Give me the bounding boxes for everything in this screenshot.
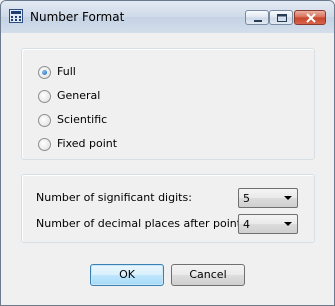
calculator-icon (9, 9, 23, 23)
maximize-button[interactable] (269, 10, 293, 25)
close-button[interactable] (294, 10, 326, 25)
number-format-dialog: Number Format Full General Scientific Fi… (0, 0, 335, 306)
radio-button-icon[interactable] (38, 66, 51, 79)
radio-fixed-point-label[interactable]: Fixed point (57, 137, 117, 151)
dropdown-arrow-icon[interactable] (284, 196, 292, 200)
dropdown-arrow-icon[interactable] (284, 222, 292, 226)
radio-button-icon[interactable] (38, 114, 51, 127)
decimal-places-label: Number of decimal places after point: (36, 217, 245, 230)
decimal-places-value: 4 (243, 218, 250, 231)
significant-digits-label: Number of significant digits: (36, 191, 192, 204)
close-icon (306, 13, 316, 23)
radio-button-icon[interactable] (38, 90, 51, 103)
dialog-body: Full General Scientific Fixed point Numb… (8, 33, 327, 298)
window-title: Number Format (30, 10, 125, 24)
digits-settings-group: Number of significant digits: 5 Number o… (21, 174, 315, 243)
decimal-places-dropdown[interactable]: 4 (238, 214, 298, 234)
maximize-icon (277, 14, 287, 22)
significant-digits-value: 5 (243, 192, 250, 205)
cancel-button[interactable]: Cancel (171, 264, 245, 286)
title-bar[interactable]: Number Format (1, 1, 334, 33)
radio-general-label[interactable]: General (57, 89, 100, 103)
format-options-group: Full General Scientific Fixed point (21, 48, 315, 160)
minimize-button[interactable] (245, 10, 269, 25)
radio-scientific-label[interactable]: Scientific (57, 113, 107, 127)
significant-digits-dropdown[interactable]: 5 (238, 188, 298, 208)
minimize-icon (254, 20, 262, 22)
radio-full-label[interactable]: Full (57, 65, 76, 79)
radio-button-icon[interactable] (38, 138, 51, 151)
radio-selected-dot (42, 70, 47, 75)
ok-button[interactable]: OK (90, 264, 164, 286)
